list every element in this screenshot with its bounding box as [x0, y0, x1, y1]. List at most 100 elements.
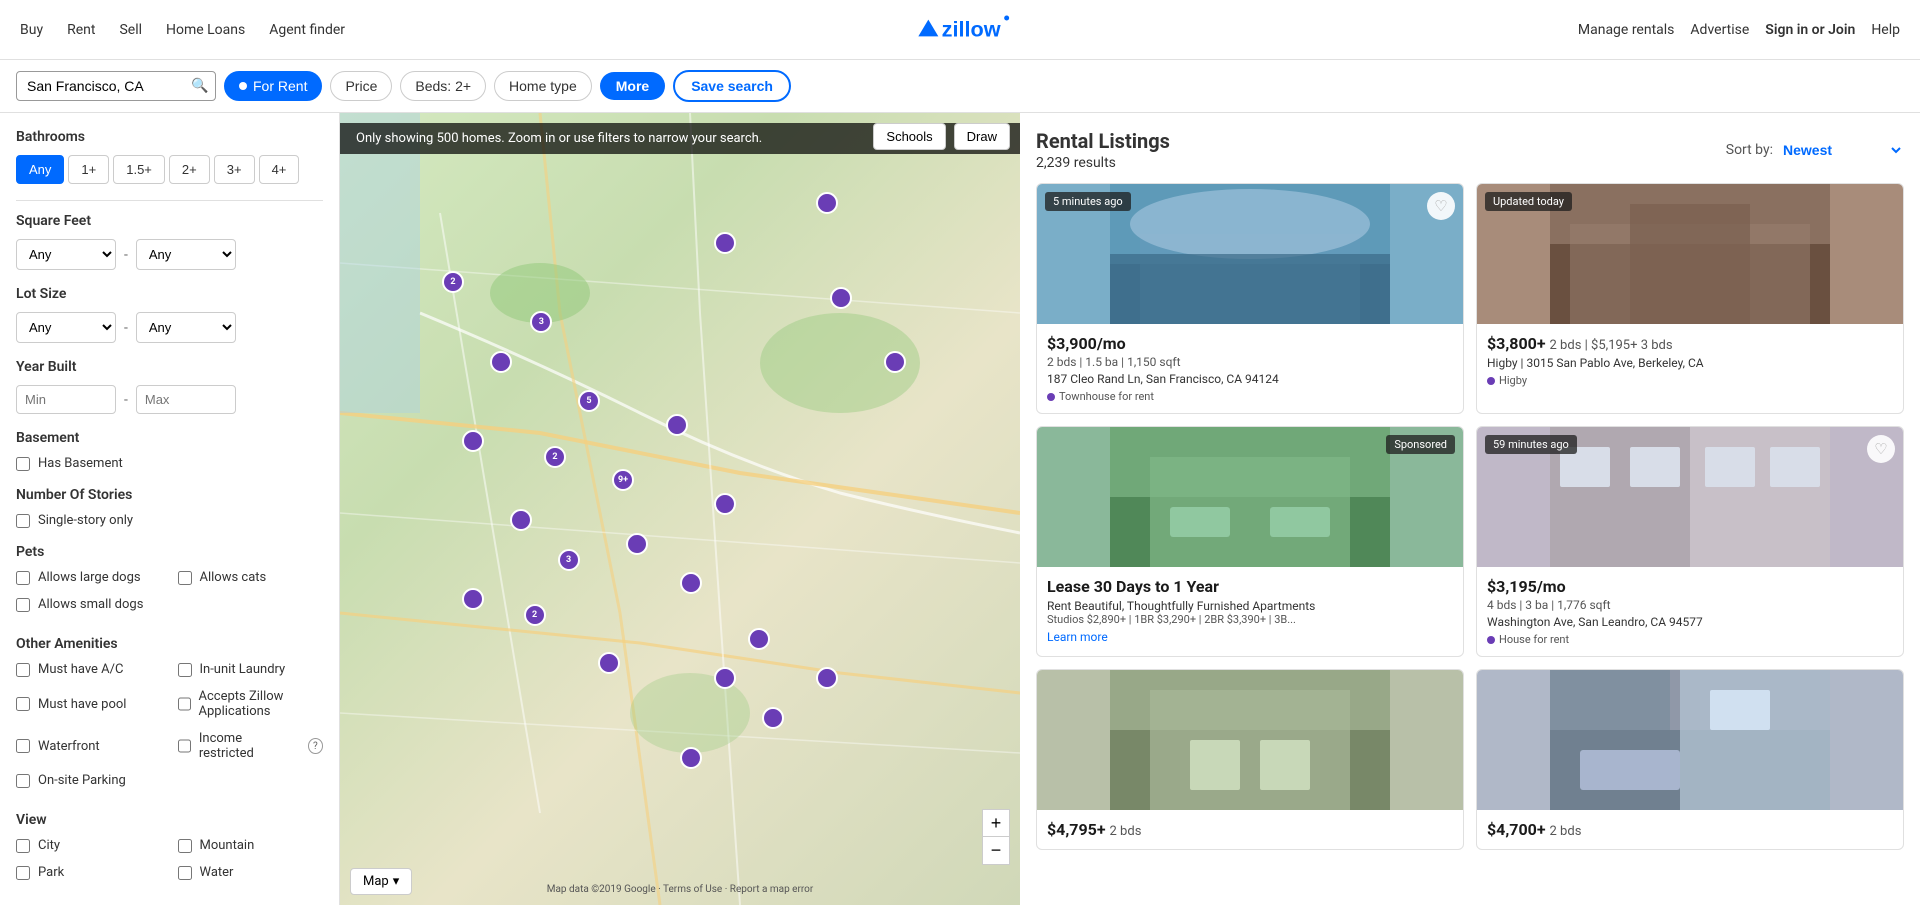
allows-cats-row[interactable]: Allows cats [178, 570, 324, 585]
more-button[interactable]: More [600, 72, 665, 100]
accepts-zillow-apps-checkbox[interactable] [178, 697, 191, 711]
year-built-max-input[interactable] [136, 385, 236, 414]
map-pin[interactable] [748, 628, 770, 650]
map-pin[interactable]: 2 [524, 604, 546, 626]
listing-card[interactable]: $4,700+ 2 bds [1476, 669, 1904, 850]
in-unit-laundry-row[interactable]: In-unit Laundry [178, 662, 324, 677]
year-built-min-input[interactable] [16, 385, 116, 414]
map-pin[interactable] [762, 707, 784, 729]
city-view-row[interactable]: City [16, 838, 162, 853]
single-story-checkbox-row[interactable]: Single-story only [16, 513, 323, 528]
sign-in-link[interactable]: Sign in or Join [1765, 22, 1855, 38]
map-pin[interactable] [490, 351, 512, 373]
map-pin[interactable] [626, 533, 648, 555]
location-search-input[interactable] [27, 78, 187, 94]
single-story-checkbox[interactable] [16, 514, 30, 528]
map-pin[interactable] [510, 509, 532, 531]
zillow-logo[interactable]: zillow [910, 10, 1010, 50]
bath-1plus[interactable]: 1+ [68, 155, 109, 184]
has-basement-checkbox-row[interactable]: Has Basement [16, 456, 323, 471]
map-pin[interactable] [816, 192, 838, 214]
schools-button[interactable]: Schools [873, 123, 945, 150]
nav-rent[interactable]: Rent [67, 22, 95, 38]
nav-agent-finder[interactable]: Agent finder [269, 22, 345, 38]
map-pin[interactable] [714, 232, 736, 254]
map-pin[interactable] [714, 667, 736, 689]
favorite-button[interactable]: ♡ [1427, 192, 1455, 220]
on-site-parking-checkbox[interactable] [16, 774, 30, 788]
allows-small-dogs-row[interactable]: Allows small dogs [16, 597, 162, 612]
listing-card[interactable]: Updated today $3,800+ 2 bds | $5,195+ 3 … [1476, 183, 1904, 414]
listing-card[interactable]: 59 minutes ago ♡ $3,195/mo 4 bds | 3 ba … [1476, 426, 1904, 657]
sq-feet-max-select[interactable]: Any [136, 239, 236, 270]
income-restricted-row[interactable]: Income restricted ? [178, 731, 324, 761]
map-pin[interactable]: 3 [558, 549, 580, 571]
city-view-checkbox[interactable] [16, 839, 30, 853]
beds-button[interactable]: Beds: 2+ [400, 71, 486, 101]
mountain-view-row[interactable]: Mountain [178, 838, 324, 853]
bath-any[interactable]: Any [16, 155, 64, 184]
waterfront-row[interactable]: Waterfront [16, 731, 162, 761]
nav-sell[interactable]: Sell [119, 22, 142, 38]
income-restricted-help-icon[interactable]: ? [308, 738, 323, 754]
location-search-wrap[interactable]: 🔍 [16, 71, 216, 101]
income-restricted-checkbox[interactable] [178, 739, 191, 753]
help-link[interactable]: Help [1871, 22, 1900, 38]
map-pin[interactable] [680, 747, 702, 769]
has-basement-checkbox[interactable] [16, 457, 30, 471]
on-site-parking-row[interactable]: On-site Parking [16, 773, 162, 788]
waterfront-checkbox[interactable] [16, 739, 30, 753]
park-view-row[interactable]: Park [16, 865, 162, 880]
home-type-button[interactable]: Home type [494, 71, 592, 101]
must-have-pool-checkbox[interactable] [16, 697, 30, 711]
in-unit-laundry-checkbox[interactable] [178, 663, 192, 677]
map-pin[interactable] [680, 572, 702, 594]
nav-buy[interactable]: Buy [20, 22, 43, 38]
map-pin[interactable] [462, 430, 484, 452]
allows-cats-checkbox[interactable] [178, 571, 192, 585]
map-pin[interactable] [462, 588, 484, 610]
map-pin[interactable] [666, 414, 688, 436]
mountain-view-checkbox[interactable] [178, 839, 192, 853]
must-have-ac-checkbox[interactable] [16, 663, 30, 677]
sort-select[interactable]: Newest Oldest Price (low-high) Price (hi… [1779, 141, 1904, 159]
allows-large-dogs-row[interactable]: Allows large dogs [16, 570, 162, 585]
bath-1-5plus[interactable]: 1.5+ [113, 155, 165, 184]
water-view-checkbox[interactable] [178, 866, 192, 880]
zoom-in-button[interactable]: + [982, 809, 1010, 837]
map-pin[interactable] [830, 287, 852, 309]
park-view-checkbox[interactable] [16, 866, 30, 880]
bath-4plus[interactable]: 4+ [259, 155, 300, 184]
allows-large-dogs-checkbox[interactable] [16, 571, 30, 585]
favorite-button[interactable]: ♡ [1867, 435, 1895, 463]
bath-2plus[interactable]: 2+ [169, 155, 210, 184]
must-have-pool-row[interactable]: Must have pool [16, 689, 162, 719]
bath-3plus[interactable]: 3+ [214, 155, 255, 184]
lot-size-min-select[interactable]: Any [16, 312, 116, 343]
water-view-row[interactable]: Water [178, 865, 324, 880]
manage-rentals-link[interactable]: Manage rentals [1578, 22, 1675, 38]
map-pin[interactable]: 9+ [612, 469, 634, 491]
listing-card[interactable]: 5 minutes ago ♡ $3,900/mo 2 bds | 1.5 ba… [1036, 183, 1464, 414]
map-pin[interactable]: 3 [530, 311, 552, 333]
map-pin[interactable] [598, 652, 620, 674]
nav-home-loans[interactable]: Home Loans [166, 22, 245, 38]
allows-small-dogs-checkbox[interactable] [16, 598, 30, 612]
accepts-zillow-apps-row[interactable]: Accepts Zillow Applications [178, 689, 324, 719]
sq-feet-min-select[interactable]: Any [16, 239, 116, 270]
map-pin[interactable] [714, 493, 736, 515]
must-have-ac-row[interactable]: Must have A/C [16, 662, 162, 677]
map-pin[interactable]: 5 [578, 390, 600, 412]
map-pin[interactable]: 2 [442, 271, 464, 293]
advertise-link[interactable]: Advertise [1690, 22, 1749, 38]
map-pin[interactable]: 2 [544, 446, 566, 468]
map-pin[interactable] [816, 667, 838, 689]
draw-button[interactable]: Draw [954, 123, 1010, 150]
learn-more-link[interactable]: Learn more [1047, 630, 1453, 644]
map-type-button[interactable]: Map ▾ [350, 868, 412, 895]
lot-size-max-select[interactable]: Any [136, 312, 236, 343]
listing-card[interactable]: Sponsored Lease 30 Days to 1 Year Rent B… [1036, 426, 1464, 657]
price-button[interactable]: Price [330, 71, 392, 101]
map-pin[interactable] [884, 351, 906, 373]
save-search-button[interactable]: Save search [673, 70, 791, 102]
